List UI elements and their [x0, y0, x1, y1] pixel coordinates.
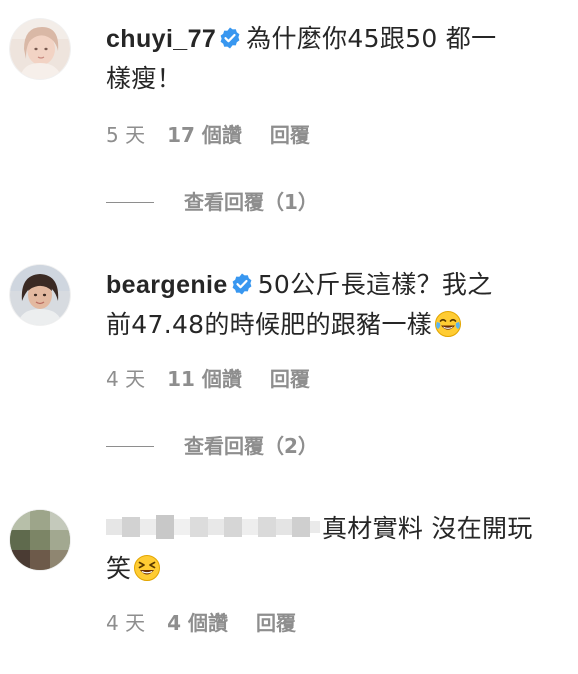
- comment-body: beargenie 50公斤長這樣？我之 前47.48的時候肥的跟豬一樣: [106, 265, 558, 345]
- reply-button[interactable]: 回覆: [256, 610, 296, 636]
- comment-text-continued: 樣瘦！: [106, 64, 182, 93]
- view-replies-label: 查看回覆（2）: [184, 434, 318, 458]
- comment-body: 真材實料 沒在開玩 笑: [106, 509, 558, 589]
- comment-text: 為什麼你45跟50 都一: [246, 24, 497, 53]
- grinning-squinting-face-icon: [134, 555, 161, 581]
- likes-count[interactable]: 11 個讚: [167, 366, 242, 392]
- comment-time[interactable]: 5 天: [106, 122, 145, 148]
- verified-badge-icon: [220, 27, 240, 49]
- likes-count[interactable]: 17 個讚: [167, 122, 242, 148]
- reply-button[interactable]: 回覆: [270, 366, 310, 392]
- divider-line: [106, 202, 154, 203]
- avatar[interactable]: [10, 510, 70, 570]
- comment-text-continued: 前47.48的時候肥的跟豬一樣: [106, 310, 433, 339]
- comment-text: 50公斤長這樣？我之: [257, 270, 493, 299]
- comment-body: chuyi_77 為什麼你45跟50 都一 樣瘦！: [106, 19, 558, 99]
- view-replies-button[interactable]: 查看回覆（2）: [106, 433, 318, 459]
- comment-text: 真材實料 沒在開玩: [322, 514, 533, 543]
- comment-meta: 4 天 4 個讚 回覆: [106, 610, 296, 636]
- comment-time[interactable]: 4 天: [106, 610, 145, 636]
- verified-badge-icon: [232, 273, 252, 295]
- comment-username[interactable]: chuyi_77: [106, 25, 216, 53]
- comment-time[interactable]: 4 天: [106, 366, 145, 392]
- pixelated-avatar-image: [10, 510, 70, 570]
- likes-count[interactable]: 4 個讚: [167, 610, 228, 636]
- avatar[interactable]: [10, 265, 70, 325]
- divider-line: [106, 446, 154, 447]
- view-replies-button[interactable]: 查看回覆（1）: [106, 189, 318, 215]
- avatar[interactable]: [10, 19, 70, 79]
- comment-meta: 5 天 17 個讚 回覆: [106, 122, 310, 148]
- reply-button[interactable]: 回覆: [270, 122, 310, 148]
- comment-text-continued: 笑: [106, 554, 132, 583]
- comment-meta: 4 天 11 個讚 回覆: [106, 366, 310, 392]
- comment-username[interactable]: beargenie: [106, 271, 228, 299]
- view-replies-label: 查看回覆（1）: [184, 190, 318, 214]
- face-with-tears-of-joy-icon: [435, 311, 462, 337]
- redacted-username[interactable]: [106, 513, 320, 541]
